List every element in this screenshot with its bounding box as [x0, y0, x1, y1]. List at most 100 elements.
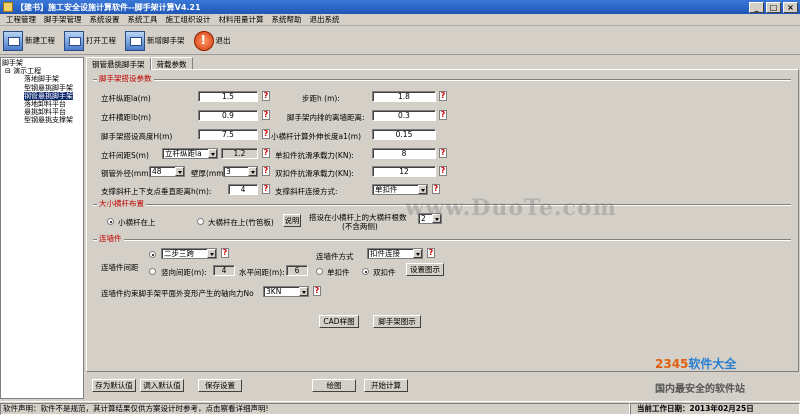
double-clip-label: 双扣件抗滑承载力(KN):	[275, 169, 354, 178]
menu-construction-design[interactable]: 施工组织设计	[162, 14, 215, 25]
spacing-s-select[interactable]: 立杆纵距la	[162, 148, 218, 159]
new-scaffold-button[interactable]: 新增脚手架	[124, 29, 189, 53]
height-input[interactable]: 7.5	[198, 129, 258, 140]
cad-sample-button[interactable]: CAD样图	[319, 315, 359, 328]
help-icon[interactable]: ?	[262, 129, 270, 139]
chevron-down-icon	[418, 185, 427, 194]
bottom-bar: 存为默认值 调入默认值 保存设置 绘图 开始计算	[86, 376, 799, 396]
lb-input[interactable]: 0.9	[198, 110, 258, 121]
help-icon[interactable]: ?	[439, 166, 447, 176]
menu-project[interactable]: 工程管理	[2, 14, 40, 25]
radio-small-bar-top[interactable]	[107, 218, 114, 225]
chevron-down-icon	[175, 167, 184, 176]
brace-connection-select[interactable]: 单扣件	[372, 184, 428, 195]
double-clip-option-label: 双扣件	[373, 268, 396, 277]
help-icon[interactable]: ?	[262, 148, 270, 158]
menu-scaffold[interactable]: 脚手架管理	[40, 14, 86, 25]
chevron-down-icon	[248, 167, 257, 176]
status-bar: 软件声明：软件不是规范，其计算结果仅供方案设计时参考，点击察看详细声明! 当前工…	[0, 401, 800, 415]
new-project-button[interactable]: 新建工程	[2, 29, 59, 53]
a1-label: 小横杆计算外伸长度a1(m)	[271, 132, 362, 141]
tree-item-selected[interactable]: 钢管悬挑脚手架	[24, 91, 73, 100]
bar-count-sublabel: (不含两侧)	[342, 222, 378, 231]
pipe-diameter-select[interactable]: 48	[149, 166, 185, 177]
help-icon[interactable]: ?	[262, 166, 270, 176]
exit-button[interactable]: 退出	[193, 29, 235, 53]
maximize-button[interactable]: □	[766, 1, 781, 13]
title-bar: 【建书】施工安全设施计算软件--脚手架计算V4.21 _ □ ×	[0, 0, 800, 14]
axial-force-select[interactable]: 3KN	[263, 286, 309, 297]
help-icon[interactable]: ?	[262, 184, 270, 194]
spacing-s-label: 立杆间距S(m)	[101, 151, 149, 160]
radio-large-bar-top[interactable]	[197, 218, 204, 225]
project-tree[interactable]: 脚手架 ⊟ 演示工程 落地脚手架 型钢悬挑脚手架 钢管悬挑脚手架 落地卸料平台 …	[0, 57, 84, 399]
save-settings-button[interactable]: 保存设置	[198, 379, 242, 392]
start-calc-button[interactable]: 开始计算	[364, 379, 408, 392]
menu-settings[interactable]: 系统设置	[86, 14, 124, 25]
vertical-spacing-label: 竖向间距(m):	[161, 268, 207, 277]
current-date: 当前工作日期：2013年02月25日	[630, 402, 800, 415]
help-icon[interactable]: ?	[427, 248, 435, 258]
tree-item[interactable]: 型钢悬挑脚手架	[2, 84, 82, 92]
spacing-s-value: 1.2	[221, 148, 258, 159]
tab-steel-pipe[interactable]: 钢管悬挑脚手架	[86, 57, 151, 70]
brace-distance-input[interactable]: 4	[228, 184, 258, 195]
help-icon[interactable]: ?	[439, 148, 447, 158]
help-icon[interactable]: ?	[262, 110, 270, 120]
load-default-button[interactable]: 调入默认值	[140, 379, 184, 392]
section-title-wall-ties: 连墙件	[97, 233, 124, 244]
wall-tie-method-select[interactable]: 扣件连接	[367, 248, 423, 259]
brace-connection-label: 支撑斜杆连接方式:	[275, 187, 338, 196]
menu-material[interactable]: 材料用量计算	[215, 14, 268, 25]
window-title: 【建书】施工安全设施计算软件--脚手架计算V4.21	[16, 2, 201, 12]
menu-exit[interactable]: 退出系统	[306, 14, 344, 25]
inner-distance-label: 脚手架内排的离墙距离:	[287, 113, 365, 122]
wall-tie-spacing-select[interactable]: 二步三跨	[161, 248, 217, 259]
help-icon[interactable]: ?	[262, 91, 270, 101]
small-bar-top-label: 小横杆在上	[118, 218, 156, 227]
la-input[interactable]: 1.5	[198, 91, 258, 102]
save-default-button[interactable]: 存为默认值	[92, 379, 136, 392]
radio-spacing-custom[interactable]	[149, 268, 156, 275]
single-clip-input[interactable]: 8	[372, 148, 436, 159]
new-scaffold-icon	[125, 30, 145, 51]
help-icon[interactable]: ?	[439, 91, 447, 101]
tree-root[interactable]: 脚手架	[2, 59, 82, 67]
tree-item[interactable]: 落地脚手架	[2, 75, 82, 83]
vertical-spacing-input[interactable]: 4	[213, 265, 235, 276]
explain-button[interactable]: 说明	[283, 214, 301, 227]
step-label: 步距h (m):	[302, 94, 340, 103]
tree-item[interactable]: 型钢悬挑支撑架	[2, 116, 82, 124]
disclaimer-link[interactable]: 软件声明：软件不是规范，其计算结果仅供方案设计时参考，点击察看详细声明!	[0, 402, 630, 415]
close-button[interactable]: ×	[783, 1, 798, 13]
a1-input[interactable]: 0.15	[372, 129, 436, 140]
inner-distance-input[interactable]: 0.3	[372, 110, 436, 121]
la-label: 立杆纵距la(m)	[101, 94, 151, 103]
help-icon[interactable]: ?	[313, 286, 321, 296]
section-title-setup: 脚手架搭设参数	[97, 73, 154, 84]
draw-button[interactable]: 绘图	[312, 379, 356, 392]
help-icon[interactable]: ?	[439, 110, 447, 120]
chevron-down-icon	[413, 249, 422, 258]
minimize-button[interactable]: _	[749, 1, 764, 13]
menu-tools[interactable]: 系统工具	[124, 14, 162, 25]
chevron-down-icon	[207, 249, 216, 258]
radio-spacing-preset[interactable]	[149, 251, 156, 258]
horizontal-spacing-input[interactable]: 6	[286, 265, 308, 276]
step-input[interactable]: 1.8	[372, 91, 436, 102]
tree-item[interactable]: 落地卸料平台	[2, 100, 82, 108]
menu-help[interactable]: 系统帮助	[268, 14, 306, 25]
wall-thickness-select[interactable]: 3	[223, 166, 258, 177]
large-bar-top-label: 大横杆在上(竹笆板)	[208, 218, 274, 227]
help-icon[interactable]: ?	[432, 184, 440, 194]
double-clip-input[interactable]: 12	[372, 166, 436, 177]
open-project-icon	[64, 30, 84, 51]
open-project-button[interactable]: 打开工程	[63, 29, 120, 53]
scaffold-diagram-button[interactable]: 脚手架图示	[373, 315, 421, 328]
tab-load-params[interactable]: 荷载参数	[150, 57, 193, 69]
radio-double-clip[interactable]	[362, 268, 369, 275]
radio-single-clip[interactable]	[316, 268, 323, 275]
wall-tie-method-label: 连墙件方式	[316, 252, 354, 261]
help-icon[interactable]: ?	[221, 248, 229, 258]
setup-diagram-button[interactable]: 设置图示	[406, 263, 444, 276]
